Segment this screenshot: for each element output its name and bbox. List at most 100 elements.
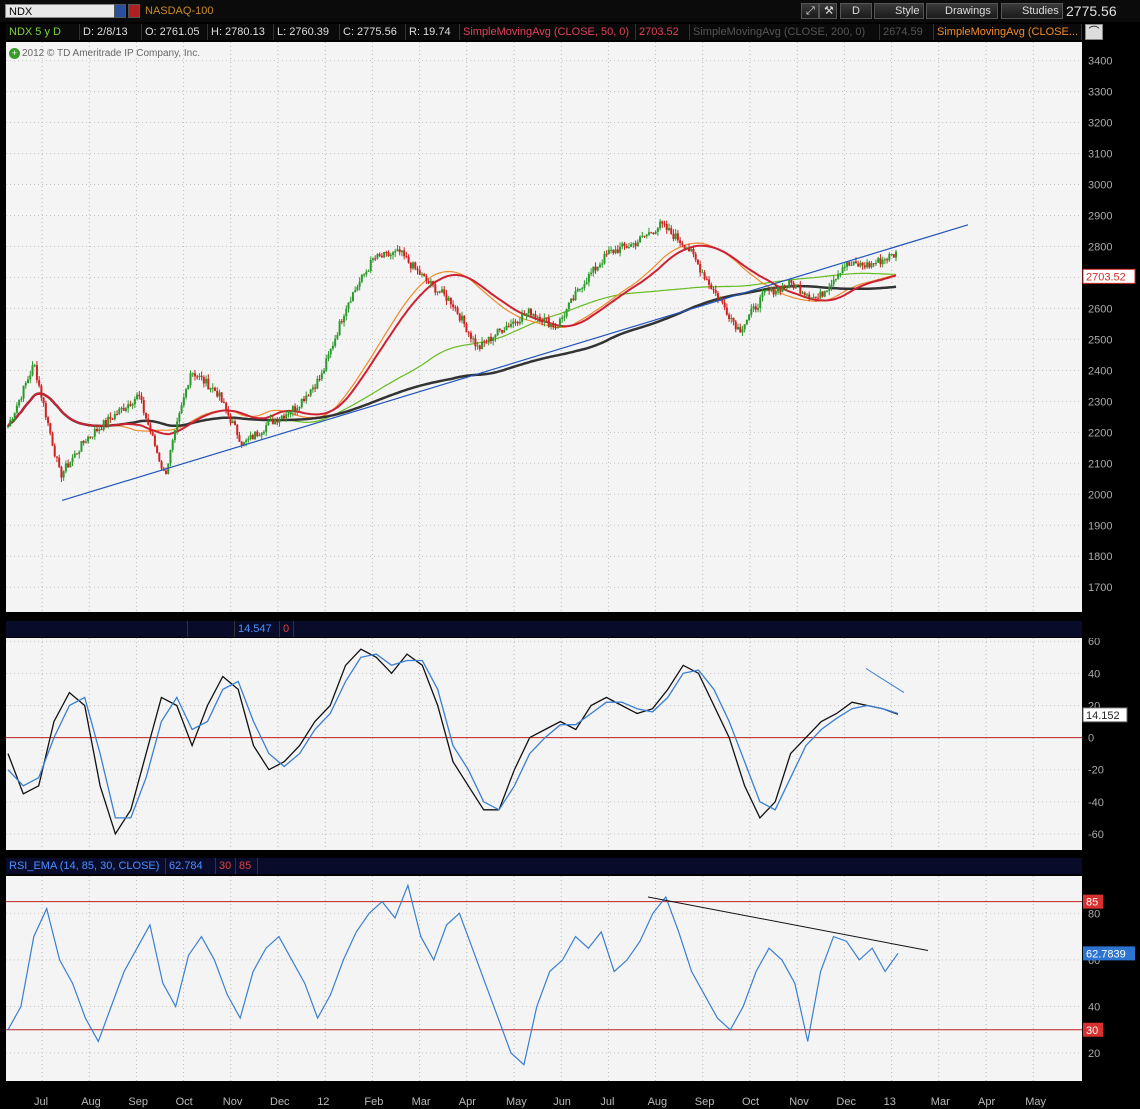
candle-body: [240, 441, 243, 446]
symbol-link-icon[interactable]: [128, 4, 140, 18]
candle-body: [843, 266, 846, 268]
candle-body: [592, 266, 595, 273]
candle-body: [258, 435, 261, 437]
osc-bg: [6, 638, 1082, 850]
candle-body: [389, 254, 392, 257]
candle-body: [142, 400, 145, 413]
candle-body: [260, 433, 263, 436]
candle-body: [262, 431, 265, 434]
chart-settings-icon[interactable]: ⌒: [1085, 24, 1103, 40]
x-axis-label-9: Apr: [459, 1096, 476, 1108]
candle-body: [71, 457, 74, 463]
candle-body: [93, 428, 96, 437]
candle-body: [821, 291, 824, 297]
candle-body: [334, 338, 337, 346]
candle-body: [723, 302, 726, 308]
rsi-level-label-85: 85: [1086, 897, 1098, 909]
studies-button[interactable]: Studies: [1001, 3, 1063, 19]
candle-body: [225, 402, 228, 410]
price-tick-3400: 3400: [1088, 56, 1112, 68]
candle-body: [819, 291, 822, 299]
candle-body: [303, 398, 305, 402]
x-axis-label-21: May: [1025, 1096, 1046, 1108]
candle-body: [15, 405, 18, 413]
candle-body: [298, 407, 301, 409]
candle-body: [619, 246, 622, 253]
candle-body: [750, 308, 753, 315]
copyright-label: 2012 © TD Ameritrade IP Company, Inc.: [22, 48, 201, 59]
sma50-value: 2703.52: [636, 24, 690, 40]
rsi-level-label-30: 30: [1086, 1025, 1098, 1037]
candle-body: [483, 341, 486, 343]
candle-body: [681, 243, 684, 245]
candle-body: [534, 314, 537, 318]
symbol-dropdown-icon[interactable]: [114, 4, 126, 18]
candle-body: [454, 306, 457, 308]
aggregation-button[interactable]: D: [840, 3, 872, 19]
candle-body: [216, 390, 219, 397]
candle-body: [256, 431, 259, 437]
candle-body: [841, 267, 844, 274]
candle-body: [647, 232, 650, 235]
wrench-icon[interactable]: ⚒: [819, 3, 837, 19]
osc-zero: 0: [280, 621, 294, 637]
candle-body: [770, 286, 773, 291]
candle-body: [156, 445, 159, 453]
candle-body: [452, 304, 455, 307]
candle-body: [574, 291, 577, 301]
candle-body: [645, 234, 648, 237]
candle-body: [472, 338, 475, 340]
candle-body: [53, 445, 56, 457]
symbol-input[interactable]: NDX: [5, 4, 115, 18]
candle-body: [656, 228, 659, 232]
rsi-header: RSI_EMA (14, 85, 30, CLOSE) 62.784 30 85: [6, 858, 1082, 874]
candle-body: [623, 243, 626, 247]
candle-body: [84, 441, 87, 443]
candle-body: [690, 248, 693, 252]
candle-body: [133, 399, 136, 405]
candle-body: [863, 265, 866, 268]
candle-body: [516, 321, 519, 324]
crosshair-icon[interactable]: ⤢: [801, 3, 819, 19]
candle-body: [340, 321, 343, 323]
candle-body: [503, 330, 506, 333]
candle-body: [87, 436, 90, 442]
candle-body: [465, 323, 468, 333]
candle-body: [227, 409, 230, 416]
candle-body: [498, 328, 501, 331]
candle-body: [405, 256, 408, 258]
candle-body: [585, 282, 588, 285]
candle-body: [716, 293, 719, 300]
candle-body: [710, 284, 713, 290]
candle-body: [91, 436, 94, 438]
candle-body: [291, 406, 294, 413]
sma200-label: SimpleMovingAvg (CLOSE, 200, 0): [690, 24, 880, 40]
candle-body: [11, 419, 14, 421]
candle-body: [748, 314, 751, 320]
x-axis-label-15: Oct: [742, 1096, 759, 1108]
candle-body: [476, 345, 479, 347]
drawings-button[interactable]: Drawings: [926, 3, 998, 19]
candle-body: [888, 254, 891, 261]
candle-body: [627, 246, 630, 248]
candle-body: [866, 262, 869, 268]
osc-tick--60: -60: [1088, 829, 1104, 841]
candle-body: [754, 306, 757, 310]
candle-body: [630, 244, 633, 247]
candle-body: [347, 302, 350, 309]
candle-body: [852, 261, 855, 265]
candle-body: [314, 387, 317, 389]
candle-body: [527, 308, 530, 314]
candle-body: [518, 321, 521, 324]
candle-body: [38, 380, 41, 386]
candle-body: [679, 240, 682, 244]
candle-body: [149, 424, 152, 433]
candle-body: [9, 420, 12, 427]
candle-body: [492, 337, 495, 342]
style-button[interactable]: Style: [874, 3, 924, 19]
candle-body: [220, 392, 223, 402]
x-axis-label-20: Apr: [978, 1096, 995, 1108]
candle-body: [447, 297, 450, 301]
candle-body: [763, 290, 766, 293]
candle-body: [432, 281, 435, 285]
